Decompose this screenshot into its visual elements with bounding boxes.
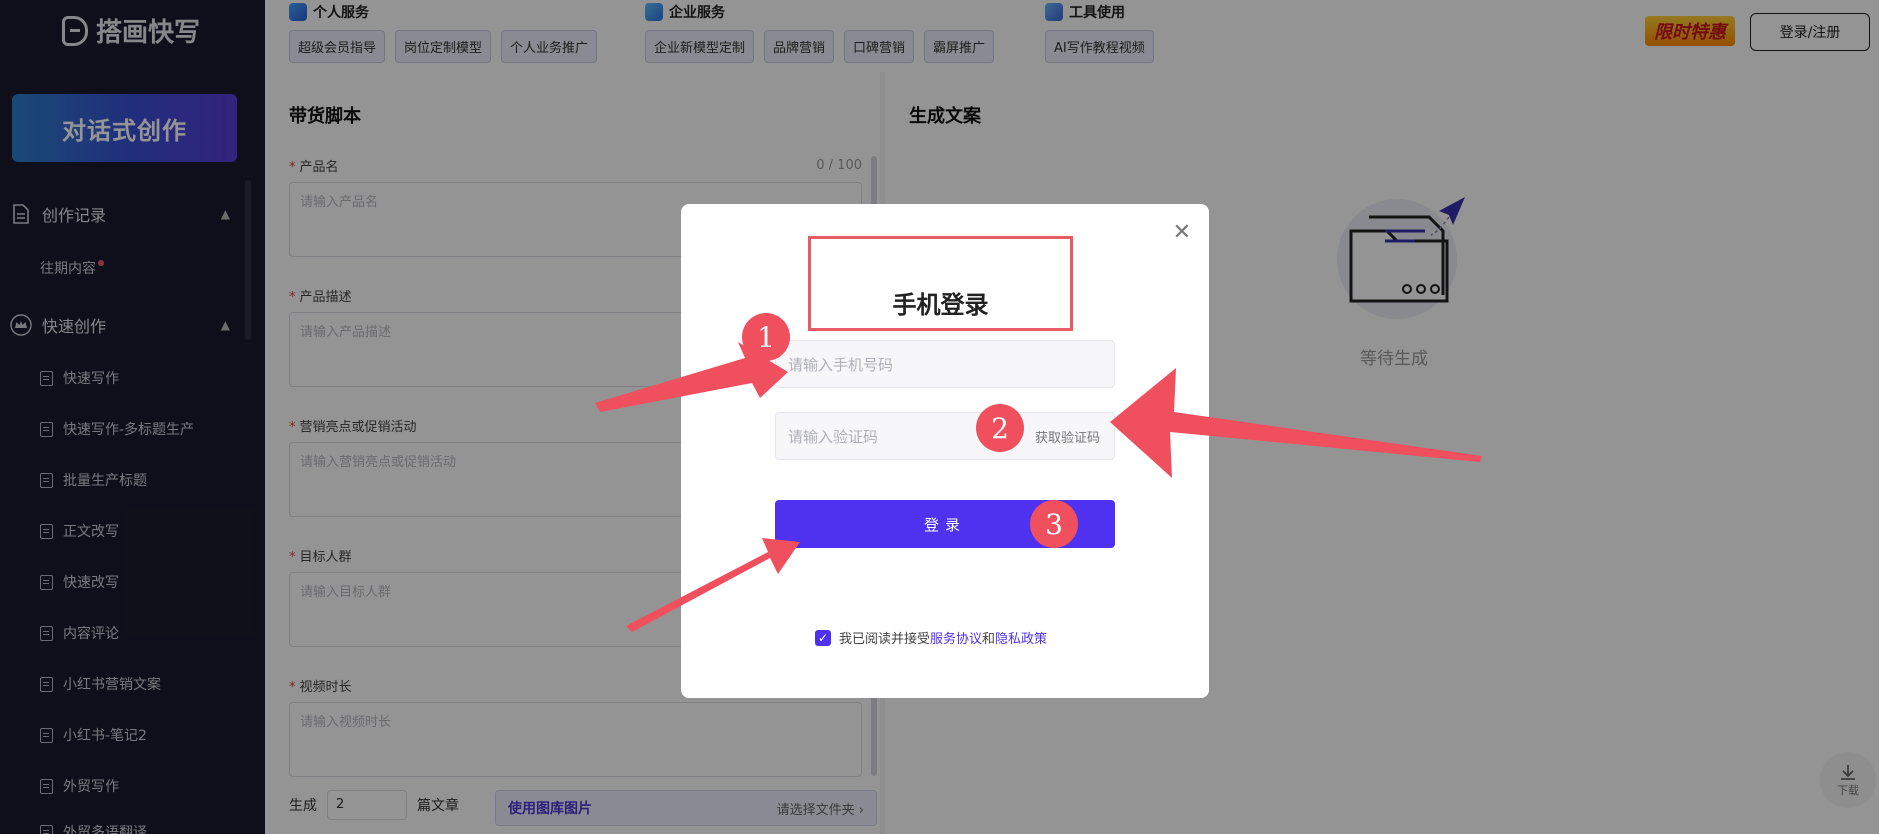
annotation-badge-3: 3 [1030,500,1078,548]
annotation-arrows [595,342,1482,632]
annotation-badge-1: 1 [742,313,790,361]
annotation-badge-2: 2 [976,404,1024,452]
